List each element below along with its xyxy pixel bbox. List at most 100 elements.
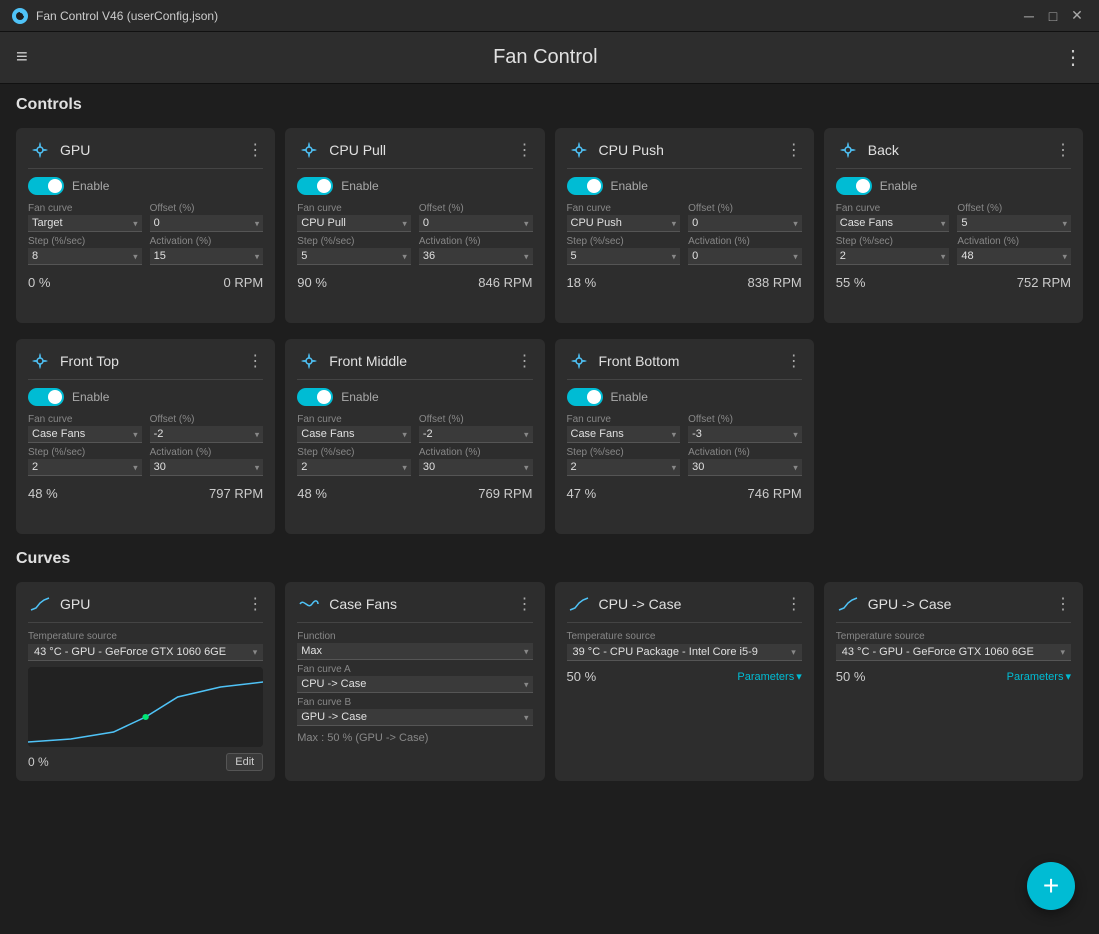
card-footer-cpu-pull: 90 % 846 RPM (297, 275, 532, 290)
fan-curve-select-gpu[interactable]: Target (28, 215, 142, 232)
curve-icon-case-fans (297, 592, 321, 616)
enable-toggle-front-middle[interactable] (297, 388, 333, 406)
card-title-gpu: GPU (60, 142, 90, 158)
rpm-gpu: 0 RPM (224, 275, 264, 290)
curve-menu-case-fans[interactable]: ⋮ (517, 594, 533, 614)
card-footer-back: 55 % 752 RPM (836, 275, 1071, 290)
card-header-left: GPU (28, 138, 90, 162)
controls-section-title: Controls (16, 96, 1083, 118)
enable-toggle-back[interactable] (836, 177, 872, 195)
step-select-cpu-pull[interactable]: 5 (297, 248, 411, 265)
activation-select-back[interactable]: 48 (957, 248, 1071, 265)
fan-curve-select-front-bottom[interactable]: Case Fans (567, 426, 681, 443)
card-menu-cpu-pull[interactable]: ⋮ (517, 140, 533, 160)
offset-select-front-middle[interactable]: -2 (419, 426, 533, 443)
percent-gpu: 0 % (28, 275, 50, 290)
fan-curve-select-cpu-push[interactable]: CPU Push (567, 215, 681, 232)
fan-icon-front-middle (297, 349, 321, 373)
curve-card-gpu: GPU ⋮ Temperature source 43 °C - GPU - G… (16, 582, 275, 781)
curve-menu-cpu-case[interactable]: ⋮ (786, 594, 802, 614)
close-button[interactable]: ✕ (1067, 6, 1087, 26)
enable-toggle-cpu-push[interactable] (567, 177, 603, 195)
control-card-gpu: GPU ⋮ Enable Fan curve Target Offset (%) (16, 128, 275, 323)
activation-select-front-middle[interactable]: 30 (419, 459, 533, 476)
curve-card-cpu-case: CPU -> Case ⋮ Temperature source 39 °C -… (555, 582, 814, 781)
titlebar-title: Fan Control V46 (userConfig.json) (36, 9, 218, 23)
step-row-gpu: Step (%/sec) 8 Activation (%) 15 (28, 236, 263, 265)
fan-icon-cpu-push (567, 138, 591, 162)
activation-select-front-top[interactable]: 30 (150, 459, 264, 476)
temp-source-cpu-case[interactable]: 39 °C - CPU Package - Intel Core i5-9 (567, 644, 802, 661)
add-fab-button[interactable]: + (1027, 862, 1075, 910)
function-select-case-fans[interactable]: Max (297, 643, 532, 660)
step-select-front-top[interactable]: 2 (28, 459, 142, 476)
card-menu-front-middle[interactable]: ⋮ (517, 351, 533, 371)
curve-title-gpu: GPU (60, 596, 90, 612)
offset-select-front-top[interactable]: -2 (150, 426, 264, 443)
card-menu-cpu-push[interactable]: ⋮ (786, 140, 802, 160)
step-select-back[interactable]: 2 (836, 248, 950, 265)
card-menu-front-bottom[interactable]: ⋮ (786, 351, 802, 371)
step-select-front-middle[interactable]: 2 (297, 459, 411, 476)
temp-source-gpu-case[interactable]: 43 °C - GPU - GeForce GTX 1060 6GE (836, 644, 1071, 661)
fan-curve-row-cpu-pull: Fan curve CPU Pull Offset (%) 0 (297, 203, 532, 232)
enable-toggle-front-top[interactable] (28, 388, 64, 406)
enable-row-cpu-push: Enable (567, 177, 802, 195)
enable-row-back: Enable (836, 177, 1071, 195)
percent-gpu-case: 50 % (836, 669, 866, 684)
parameters-button-cpu-case[interactable]: Parameters ▾ (737, 670, 801, 683)
fan-curve-select-front-top[interactable]: Case Fans (28, 426, 142, 443)
curve-card-case-fans: Case Fans ⋮ Function Max Fan curve A CPU… (285, 582, 544, 781)
enable-row-gpu: Enable (28, 177, 263, 195)
fan-curve-select-cpu-pull[interactable]: CPU Pull (297, 215, 411, 232)
offset-field-gpu: Offset (%) 0 (150, 203, 264, 232)
step-select-front-bottom[interactable]: 2 (567, 459, 681, 476)
percent-front-top: 48 % (28, 486, 58, 501)
card-title-front-middle: Front Middle (329, 353, 407, 369)
enable-label-gpu: Enable (72, 179, 109, 193)
menu-button[interactable]: ≡ (16, 46, 28, 69)
offset-select-cpu-pull[interactable]: 0 (419, 215, 533, 232)
curve-menu-gpu-case[interactable]: ⋮ (1055, 594, 1071, 614)
fan-icon-cpu-pull (297, 138, 321, 162)
percent-curve-gpu: 0 % (28, 755, 49, 769)
temp-source-gpu[interactable]: 43 °C - GPU - GeForce GTX 1060 6GE (28, 644, 263, 661)
enable-toggle-front-bottom[interactable] (567, 388, 603, 406)
titlebar-controls: ─ □ ✕ (1019, 6, 1087, 26)
curve-menu-gpu[interactable]: ⋮ (247, 594, 263, 614)
parameters-button-gpu-case[interactable]: Parameters ▾ (1007, 670, 1071, 683)
fan-curve-a-select[interactable]: CPU -> Case (297, 676, 532, 693)
activation-select-front-bottom[interactable]: 30 (688, 459, 802, 476)
card-title-front-bottom: Front Bottom (599, 353, 680, 369)
offset-select-gpu[interactable]: 0 (150, 215, 264, 232)
fan-curve-b-select[interactable]: GPU -> Case (297, 709, 532, 726)
controls-row-2: Front Top ⋮ Enable Fan curve Case Fans O… (16, 339, 1083, 534)
card-menu-back[interactable]: ⋮ (1055, 140, 1071, 160)
fan-curve-select-front-middle[interactable]: Case Fans (297, 426, 411, 443)
activation-select-cpu-pull[interactable]: 36 (419, 248, 533, 265)
card-header-back: Back ⋮ (836, 138, 1071, 169)
enable-toggle-cpu-pull[interactable] (297, 177, 333, 195)
card-menu-gpu[interactable]: ⋮ (247, 140, 263, 160)
activation-select-cpu-push[interactable]: 0 (688, 248, 802, 265)
enable-toggle-gpu[interactable] (28, 177, 64, 195)
enable-row-cpu-pull: Enable (297, 177, 532, 195)
app-title: Fan Control (493, 46, 598, 69)
offset-select-back[interactable]: 5 (957, 215, 1071, 232)
control-card-front-bottom: Front Bottom ⋮ Enable Fan curve Case Fan… (555, 339, 814, 534)
card-menu-front-top[interactable]: ⋮ (247, 351, 263, 371)
edit-button-gpu[interactable]: Edit (226, 753, 263, 771)
more-options-button[interactable]: ⋮ (1063, 45, 1083, 70)
minimize-button[interactable]: ─ (1019, 6, 1039, 26)
maximize-button[interactable]: □ (1043, 6, 1063, 26)
step-select-gpu[interactable]: 8 (28, 248, 142, 265)
activation-select-gpu[interactable]: 15 (150, 248, 264, 265)
offset-select-cpu-push[interactable]: 0 (688, 215, 802, 232)
step-select-cpu-push[interactable]: 5 (567, 248, 681, 265)
main-content: Controls GPU ⋮ (0, 84, 1099, 934)
card-footer-gpu: 0 % 0 RPM (28, 275, 263, 290)
control-card-cpu-push: CPU Push ⋮ Enable Fan curve CPU Push Off… (555, 128, 814, 323)
step-row-cpu-pull: Step (%/sec) 5 Activation (%) 36 (297, 236, 532, 265)
fan-curve-select-back[interactable]: Case Fans (836, 215, 950, 232)
offset-select-front-bottom[interactable]: -3 (688, 426, 802, 443)
